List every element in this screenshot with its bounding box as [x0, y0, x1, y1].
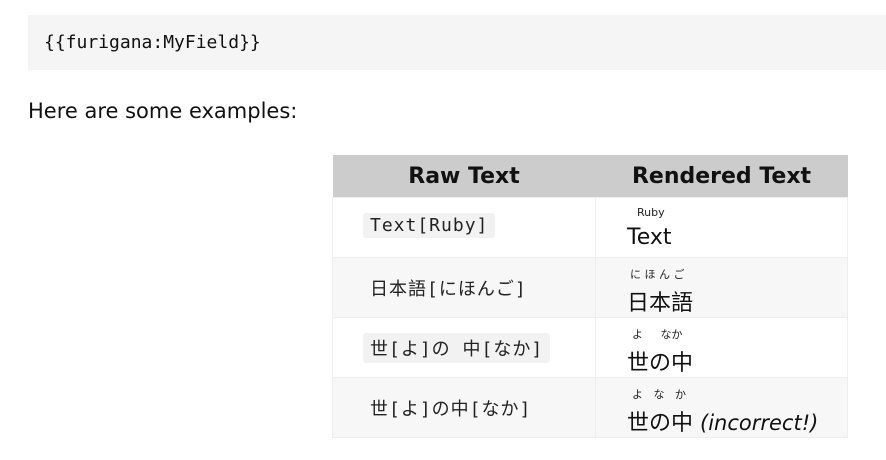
- raw-code: 世[よ]の 中[なか]: [363, 333, 551, 363]
- code-block: {{furigana:MyField}}: [28, 15, 886, 70]
- incorrect-note: (incorrect!): [700, 411, 819, 435]
- base-text: 日本語: [627, 291, 694, 316]
- table-row: Text[Ruby] Ruby Text: [332, 197, 848, 258]
- intro-text: Here are some examples:: [28, 99, 298, 123]
- table-row: 日本語[にほんご] に ほ ん ご日本語: [332, 257, 848, 318]
- ruby-text: に ほ ん ご: [630, 268, 685, 281]
- header-rendered-text: Rendered Text: [595, 155, 848, 198]
- base-text: Text: [627, 225, 672, 250]
- ruby-text: よ なか: [632, 328, 683, 341]
- table-row: 世[よ]の 中[なか] よ なか世の中: [332, 317, 848, 378]
- header-raw-text: Raw Text: [332, 155, 596, 198]
- ruby-text: よ な か: [632, 388, 686, 401]
- ruby-text: Ruby: [637, 206, 665, 219]
- base-text: 世の中: [627, 351, 694, 376]
- base-text-main: 世の中: [627, 411, 694, 436]
- base-text: 世の中 (incorrect!): [627, 405, 818, 437]
- examples-table: Raw Text Rendered Text Text[Ruby] Ruby Te…: [332, 155, 848, 438]
- raw-code: 日本語[にほんご]: [370, 279, 527, 300]
- table-row: 世[よ]の中[なか] よ な か世の中 (incorrect!): [332, 377, 848, 438]
- raw-code: 世[よ]の中[なか]: [370, 399, 532, 420]
- code-text: {{furigana:MyField}}: [44, 32, 261, 53]
- raw-code: Text[Ruby]: [363, 213, 496, 238]
- table-header: Raw Text Rendered Text: [332, 155, 848, 198]
